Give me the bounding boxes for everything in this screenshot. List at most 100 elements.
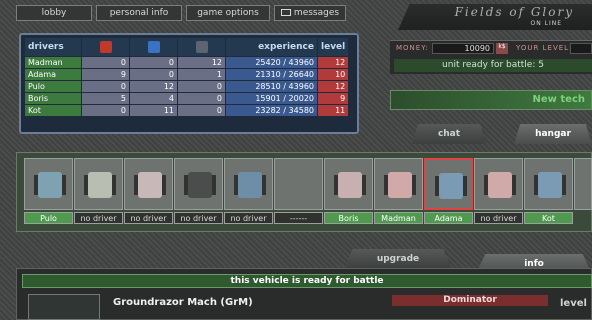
driver-level: 11 bbox=[318, 105, 349, 116]
driver-level: 10 bbox=[318, 69, 349, 80]
driver-stat-a: 9 bbox=[82, 69, 129, 80]
new-tech-button[interactable]: New tech bbox=[390, 90, 592, 110]
vehicle-slot[interactable] bbox=[174, 158, 223, 210]
slot-driver-label[interactable]: Boris bbox=[324, 212, 373, 224]
driver-experience: 25420 / 43960 bbox=[226, 57, 317, 68]
tank-icon bbox=[134, 172, 166, 198]
driver-stat-b: 0 bbox=[130, 57, 177, 68]
eye-header[interactable] bbox=[130, 38, 177, 56]
tank-icon bbox=[435, 173, 467, 199]
messages-button[interactable]: messages bbox=[274, 5, 346, 21]
slot-driver-label[interactable]: no driver bbox=[74, 212, 123, 224]
slot-driver-label[interactable]: ------ bbox=[274, 212, 323, 224]
units-ready-status: unit ready for battle: 5 bbox=[394, 59, 592, 72]
driver-experience: 15901 / 20020 bbox=[226, 93, 317, 104]
wrench-header[interactable] bbox=[178, 38, 225, 56]
tank-icon bbox=[84, 172, 116, 198]
driver-level: 9 bbox=[318, 93, 349, 104]
driver-name: Kot bbox=[25, 105, 81, 116]
driver-stat-a: 0 bbox=[82, 81, 129, 92]
driver-stat-b: 11 bbox=[130, 105, 177, 116]
driver-stat-c: 0 bbox=[178, 105, 225, 116]
game-logo: Fields of Glory ON LINE bbox=[398, 4, 592, 30]
tab-upgrade[interactable]: upgrade bbox=[344, 249, 452, 269]
vehicle-slot[interactable] bbox=[574, 158, 592, 210]
vehicle-slot-selected[interactable] bbox=[424, 158, 473, 210]
runner-icon bbox=[99, 41, 112, 53]
tab-hangar[interactable]: hangar bbox=[514, 124, 592, 144]
eye-icon bbox=[147, 41, 160, 53]
driver-experience: 21310 / 26640 bbox=[226, 69, 317, 80]
tank-icon bbox=[534, 172, 566, 198]
drivers-header: drivers bbox=[25, 38, 81, 56]
slot-driver-label[interactable]: Adama bbox=[424, 212, 473, 224]
vehicle-slot[interactable] bbox=[324, 158, 373, 210]
level-header: level bbox=[318, 38, 349, 56]
driver-name: Pulo bbox=[25, 81, 81, 92]
vehicle-slot[interactable] bbox=[24, 158, 73, 210]
slot-driver-label[interactable]: Pulo bbox=[24, 212, 73, 224]
slot-driver-label[interactable]: no driver bbox=[474, 212, 523, 224]
logo-title: Fields of Glory bbox=[454, 5, 574, 19]
vehicle-level-label: level bbox=[560, 298, 587, 309]
driver-stat-c: 12 bbox=[178, 57, 225, 68]
top-nav: lobby personal info game options message… bbox=[0, 0, 592, 30]
tank-icon bbox=[384, 172, 416, 198]
slot-driver-label[interactable]: Madman bbox=[374, 212, 423, 224]
driver-stat-c: 0 bbox=[178, 81, 225, 92]
vehicle-ready-banner: this vehicle is ready for battle bbox=[22, 274, 592, 288]
vehicle-slot[interactable] bbox=[374, 158, 423, 210]
driver-name: Adama bbox=[25, 69, 81, 80]
money-value: 10090 bbox=[432, 43, 494, 54]
vehicle-slot[interactable] bbox=[74, 158, 123, 210]
table-row[interactable]: Kot 0 11 0 23282 / 34580 11 bbox=[25, 105, 349, 116]
table-row[interactable]: Pulo 0 12 0 28510 / 43960 12 bbox=[25, 81, 349, 92]
driver-stat-a: 0 bbox=[82, 105, 129, 116]
logo-subtitle: ON LINE bbox=[530, 20, 562, 27]
vehicle-slot[interactable] bbox=[274, 158, 323, 210]
tank-icon bbox=[184, 172, 216, 198]
status-panel: MONEY: 10090 k$ YOUR LEVEL: unit ready f… bbox=[390, 40, 592, 74]
driver-stat-a: 0 bbox=[82, 57, 129, 68]
drivers-table: drivers experience level Madman 0 0 12 2… bbox=[24, 37, 349, 117]
table-row[interactable]: Madman 0 0 12 25420 / 43960 12 bbox=[25, 57, 349, 68]
runner-header[interactable] bbox=[82, 38, 129, 56]
vehicle-class: Dominator bbox=[392, 295, 548, 306]
slot-driver-label[interactable]: no driver bbox=[174, 212, 223, 224]
experience-header: experience bbox=[226, 38, 317, 56]
tank-icon bbox=[234, 172, 266, 198]
driver-level: 12 bbox=[318, 81, 349, 92]
personal-info-button[interactable]: personal info bbox=[96, 5, 182, 21]
vehicle-slot[interactable] bbox=[224, 158, 273, 210]
driver-stat-a: 5 bbox=[82, 93, 129, 104]
money-label: MONEY: bbox=[396, 44, 429, 52]
slot-driver-label[interactable]: Kot bbox=[524, 212, 573, 224]
tab-chat[interactable]: chat bbox=[412, 124, 486, 144]
vehicle-thumbnail bbox=[28, 294, 100, 320]
game-options-button[interactable]: game options bbox=[186, 5, 270, 21]
money-unit: k$ bbox=[496, 43, 508, 54]
driver-experience: 23282 / 34580 bbox=[226, 105, 317, 116]
vehicle-slot[interactable] bbox=[524, 158, 573, 210]
table-row[interactable]: Boris 5 4 0 15901 / 20020 9 bbox=[25, 93, 349, 104]
lobby-button[interactable]: lobby bbox=[16, 5, 92, 21]
envelope-icon bbox=[280, 9, 291, 16]
driver-stat-b: 0 bbox=[130, 69, 177, 80]
messages-label: messages bbox=[293, 8, 340, 18]
driver-stat-c: 0 bbox=[178, 93, 225, 104]
tank-icon bbox=[334, 172, 366, 198]
driver-stat-b: 4 bbox=[130, 93, 177, 104]
your-level-label: YOUR LEVEL: bbox=[516, 44, 573, 52]
lobby-label: lobby bbox=[41, 8, 67, 18]
driver-level: 12 bbox=[318, 57, 349, 68]
wrench-icon bbox=[195, 41, 208, 53]
drivers-panel: drivers experience level Madman 0 0 12 2… bbox=[19, 33, 359, 134]
driver-name: Boris bbox=[25, 93, 81, 104]
vehicle-slot[interactable] bbox=[124, 158, 173, 210]
table-row[interactable]: Adama 9 0 1 21310 / 26640 10 bbox=[25, 69, 349, 80]
slot-driver-label[interactable]: no driver bbox=[224, 212, 273, 224]
slot-driver-label[interactable]: no driver bbox=[124, 212, 173, 224]
vehicle-slot[interactable] bbox=[474, 158, 523, 210]
tank-icon bbox=[484, 172, 516, 198]
vehicle-name: Groundrazor Mach (GrM) bbox=[113, 297, 253, 308]
